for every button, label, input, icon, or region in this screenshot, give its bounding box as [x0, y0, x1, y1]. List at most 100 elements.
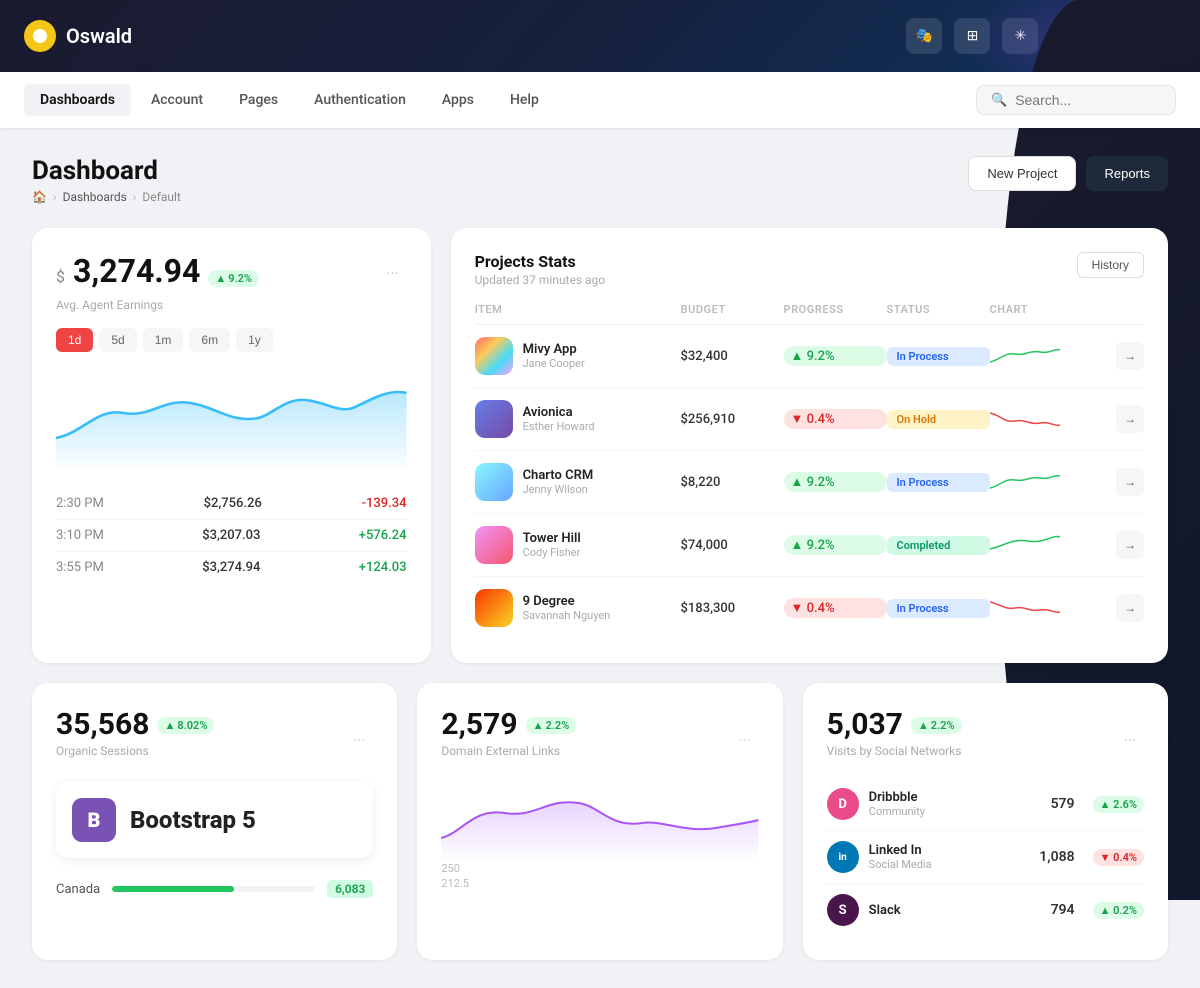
project-progress-charto: ▲ 9.2% [784, 472, 887, 492]
reports-button[interactable]: Reports [1086, 156, 1168, 191]
earnings-amount-row: $ 3,274.94 ▲ 9.2% [56, 252, 259, 290]
project-info-tower: Tower Hill Cody Fisher [475, 526, 681, 564]
slack-count: 794 [1051, 902, 1075, 918]
project-chart-tower [990, 531, 1060, 559]
map-bar-canada [112, 886, 315, 892]
time-filter-1m[interactable]: 1m [143, 328, 184, 352]
organic-sessions-value: 35,568 [56, 707, 149, 742]
map-bar-fill-canada [112, 886, 234, 892]
project-status-mivy: In Process [887, 347, 990, 366]
user-avatar[interactable]: JD [1050, 18, 1086, 54]
project-view-tower[interactable]: → [1116, 531, 1144, 559]
social-networks-menu[interactable]: ··· [1116, 727, 1144, 755]
earnings-row-3: 3:55 PM $3,274.94 +124.03 [56, 552, 407, 583]
earnings-row-1: 2:30 PM $2,756.26 -139.34 [56, 488, 407, 520]
project-status-avionica: On Hold [887, 410, 990, 429]
bottom-grid: 35,568 ▲ 8.02% Organic Sessions ··· B Bo… [32, 683, 1168, 960]
amount-2: $3,207.03 [202, 528, 260, 543]
project-row-mivy: Mivy App Jane Cooper $32,400 ▲ 9.2% In P… [475, 325, 1144, 388]
time-filter-1d[interactable]: 1d [56, 328, 93, 352]
time-filter-5d[interactable]: 5d [99, 328, 136, 352]
social-networks-label: Visits by Social Networks [827, 744, 962, 758]
bootstrap-icon: B [72, 798, 116, 842]
time-filter-6m[interactable]: 6m [189, 328, 230, 352]
projects-title: Projects Stats [475, 252, 606, 271]
project-budget-charto: $8,220 [681, 475, 784, 490]
project-info-avionica: Avionica Esther Howard [475, 400, 681, 438]
project-name-charto: Charto CRM [523, 468, 594, 483]
col-status: STATUS [887, 303, 990, 316]
page-title: Dashboard [32, 156, 181, 186]
breadcrumb-sep2: › [133, 190, 137, 204]
project-budget-tower: $74,000 [681, 538, 784, 553]
invite-button[interactable]: + Invite [1098, 20, 1176, 52]
project-progress-mivy: ▲ 9.2% [784, 346, 887, 366]
breadcrumb-sep1: › [53, 190, 57, 204]
project-name-9degree: 9 Degree [523, 594, 611, 609]
projects-card-header: Projects Stats Updated 37 minutes ago Hi… [475, 252, 1144, 287]
chat-icon[interactable]: ⊞ [954, 18, 990, 54]
project-row-9degree: 9 Degree Savannah Nguyen $183,300 ▼ 0.4%… [475, 577, 1144, 639]
time-3: 3:55 PM [56, 560, 104, 575]
new-project-button[interactable]: New Project [968, 156, 1076, 191]
project-view-charto[interactable]: → [1116, 468, 1144, 496]
earnings-value: 3,274.94 [73, 252, 200, 290]
project-name-avionica: Avionica [523, 405, 595, 420]
project-view-avionica[interactable]: → [1116, 405, 1144, 433]
slack-change: ▲ 0.2% [1093, 902, 1144, 919]
notification-icon[interactable]: 🎭 [906, 18, 942, 54]
nav-item-account[interactable]: Account [135, 84, 219, 116]
project-status-9degree: In Process [887, 599, 990, 618]
domain-links-value: 2,579 [441, 707, 517, 742]
nav-item-apps[interactable]: Apps [426, 84, 490, 116]
col-view [1093, 303, 1145, 316]
nav-item-pages[interactable]: Pages [223, 84, 294, 116]
earnings-menu-btn[interactable]: ··· [379, 259, 407, 287]
time-filters: 1d 5d 1m 6m 1y [56, 328, 407, 352]
nav-item-dashboards[interactable]: Dashboards [24, 84, 131, 116]
project-person-mivy: Jane Cooper [523, 357, 585, 370]
col-budget: BUDGET [681, 303, 784, 316]
share-icon[interactable]: ✳ [1002, 18, 1038, 54]
project-avatar-tower [475, 526, 513, 564]
history-button[interactable]: History [1077, 252, 1144, 278]
project-budget-avionica: $256,910 [681, 412, 784, 427]
project-chart-9degree [990, 594, 1060, 622]
project-progress-9degree: ▼ 0.4% [784, 598, 887, 618]
nav-item-authentication[interactable]: Authentication [298, 84, 422, 116]
linkedin-count: 1,088 [1039, 849, 1074, 865]
project-status-tower: Completed [887, 536, 990, 555]
earnings-chart [56, 368, 407, 468]
search-icon: 🔍 [991, 93, 1007, 108]
logo-area: Oswald [24, 20, 906, 52]
project-avatar-mivy [475, 337, 513, 375]
col-chart: CHART [990, 303, 1093, 316]
project-avatar-9degree [475, 589, 513, 627]
earnings-row-2: 3:10 PM $3,207.03 +576.24 [56, 520, 407, 552]
project-row-avionica: Avionica Esther Howard $256,910 ▼ 0.4% O… [475, 388, 1144, 451]
breadcrumb-home-icon: 🏠 [32, 190, 47, 204]
breadcrumb-dashboards[interactable]: Dashboards [63, 190, 127, 204]
domain-links-menu[interactable]: ··· [731, 727, 759, 755]
domain-links-card: 2,579 ▲ 2.2% Domain External Links ··· [417, 683, 782, 960]
social-networks-card: 5,037 ▲ 2.2% Visits by Social Networks ·… [803, 683, 1168, 960]
nav-item-help[interactable]: Help [494, 84, 555, 116]
project-person-tower: Cody Fisher [523, 546, 581, 559]
currency-symbol: $ [56, 267, 65, 286]
linkedin-name: Linked In [869, 843, 932, 858]
project-info-mivy: Mivy App Jane Cooper [475, 337, 681, 375]
organic-sessions-menu[interactable]: ··· [345, 727, 373, 755]
page-header: Dashboard 🏠 › Dashboards › Default New P… [32, 156, 1168, 204]
search-input[interactable] [1015, 92, 1161, 108]
project-chart-mivy [990, 342, 1060, 370]
projects-subtitle: Updated 37 minutes ago [475, 273, 606, 287]
project-view-mivy[interactable]: → [1116, 342, 1144, 370]
project-budget-9degree: $183,300 [681, 601, 784, 616]
project-person-avionica: Esther Howard [523, 420, 595, 433]
project-view-9degree[interactable]: → [1116, 594, 1144, 622]
project-chart-avionica [990, 405, 1060, 433]
time-filter-1y[interactable]: 1y [236, 328, 273, 352]
domain-links-label: Domain External Links [441, 744, 576, 758]
breadcrumb-default: Default [142, 190, 180, 204]
domain-links-chart [441, 778, 758, 858]
